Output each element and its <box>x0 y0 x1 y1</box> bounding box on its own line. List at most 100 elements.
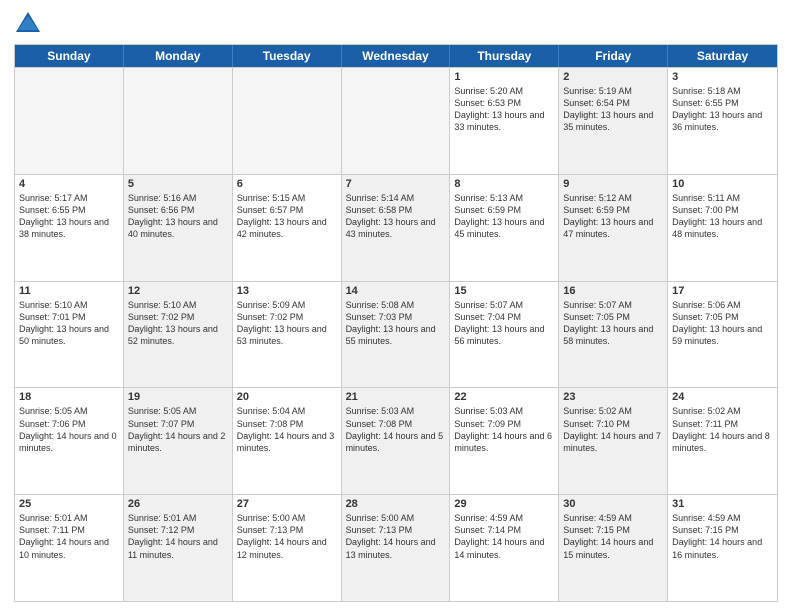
cell-info: Sunrise: 5:18 AM Sunset: 6:55 PM Dayligh… <box>672 85 773 134</box>
cell-info: Sunrise: 5:05 AM Sunset: 7:07 PM Dayligh… <box>128 405 228 454</box>
cell-info: Sunrise: 5:00 AM Sunset: 7:13 PM Dayligh… <box>237 512 337 561</box>
header-day-thursday: Thursday <box>450 45 559 67</box>
calendar-header: SundayMondayTuesdayWednesdayThursdayFrid… <box>15 45 777 67</box>
cal-cell: 9 Sunrise: 5:12 AM Sunset: 6:59 PM Daylig… <box>559 175 668 281</box>
cal-cell: 23 Sunrise: 5:02 AM Sunset: 7:10 PM Dayli… <box>559 388 668 494</box>
page: SundayMondayTuesdayWednesdayThursdayFrid… <box>0 0 792 612</box>
week-4: 18 Sunrise: 5:05 AM Sunset: 7:06 PM Dayli… <box>15 387 777 494</box>
cal-cell: 8 Sunrise: 5:13 AM Sunset: 6:59 PM Daylig… <box>450 175 559 281</box>
cell-info: Sunrise: 5:11 AM Sunset: 7:00 PM Dayligh… <box>672 192 773 241</box>
cal-cell <box>124 68 233 174</box>
day-number: 31 <box>672 498 773 510</box>
cal-cell: 17 Sunrise: 5:06 AM Sunset: 7:05 PM Dayli… <box>668 282 777 388</box>
day-number: 25 <box>19 498 119 510</box>
cal-cell: 3 Sunrise: 5:18 AM Sunset: 6:55 PM Daylig… <box>668 68 777 174</box>
cell-info: Sunrise: 4:59 AM Sunset: 7:14 PM Dayligh… <box>454 512 554 561</box>
calendar-body: 1 Sunrise: 5:20 AM Sunset: 6:53 PM Daylig… <box>15 67 777 601</box>
day-number: 2 <box>563 71 663 83</box>
cell-info: Sunrise: 5:03 AM Sunset: 7:08 PM Dayligh… <box>346 405 446 454</box>
cal-cell: 20 Sunrise: 5:04 AM Sunset: 7:08 PM Dayli… <box>233 388 342 494</box>
cal-cell: 10 Sunrise: 5:11 AM Sunset: 7:00 PM Dayli… <box>668 175 777 281</box>
cell-info: Sunrise: 5:20 AM Sunset: 6:53 PM Dayligh… <box>454 85 554 134</box>
day-number: 30 <box>563 498 663 510</box>
cell-info: Sunrise: 5:14 AM Sunset: 6:58 PM Dayligh… <box>346 192 446 241</box>
day-number: 23 <box>563 391 663 403</box>
cell-info: Sunrise: 5:07 AM Sunset: 7:04 PM Dayligh… <box>454 299 554 348</box>
cal-cell: 21 Sunrise: 5:03 AM Sunset: 7:08 PM Dayli… <box>342 388 451 494</box>
day-number: 22 <box>454 391 554 403</box>
cell-info: Sunrise: 5:00 AM Sunset: 7:13 PM Dayligh… <box>346 512 446 561</box>
cal-cell: 18 Sunrise: 5:05 AM Sunset: 7:06 PM Dayli… <box>15 388 124 494</box>
day-number: 15 <box>454 285 554 297</box>
day-number: 5 <box>128 178 228 190</box>
logo <box>14 10 46 38</box>
cal-cell: 22 Sunrise: 5:03 AM Sunset: 7:09 PM Dayli… <box>450 388 559 494</box>
day-number: 13 <box>237 285 337 297</box>
header-day-friday: Friday <box>559 45 668 67</box>
cal-cell: 28 Sunrise: 5:00 AM Sunset: 7:13 PM Dayli… <box>342 495 451 601</box>
cal-cell: 27 Sunrise: 5:00 AM Sunset: 7:13 PM Dayli… <box>233 495 342 601</box>
calendar: SundayMondayTuesdayWednesdayThursdayFrid… <box>14 44 778 602</box>
cal-cell: 7 Sunrise: 5:14 AM Sunset: 6:58 PM Daylig… <box>342 175 451 281</box>
cal-cell: 29 Sunrise: 4:59 AM Sunset: 7:14 PM Dayli… <box>450 495 559 601</box>
cal-cell: 2 Sunrise: 5:19 AM Sunset: 6:54 PM Daylig… <box>559 68 668 174</box>
day-number: 7 <box>346 178 446 190</box>
cal-cell: 16Sunrise: 5:07 AM Sunset: 7:05 PM Dayli… <box>559 282 668 388</box>
day-number: 27 <box>237 498 337 510</box>
day-number: 10 <box>672 178 773 190</box>
day-number: 29 <box>454 498 554 510</box>
day-number: 21 <box>346 391 446 403</box>
week-2: 4 Sunrise: 5:17 AM Sunset: 6:55 PM Daylig… <box>15 174 777 281</box>
cell-info: Sunrise: 5:01 AM Sunset: 7:12 PM Dayligh… <box>128 512 228 561</box>
day-number: 18 <box>19 391 119 403</box>
cell-info: Sunrise: 5:02 AM Sunset: 7:11 PM Dayligh… <box>672 405 773 454</box>
day-number: 12 <box>128 285 228 297</box>
day-number: 9 <box>563 178 663 190</box>
day-number: 8 <box>454 178 554 190</box>
cell-info: Sunrise: 5:10 AM Sunset: 7:01 PM Dayligh… <box>19 299 119 348</box>
cal-cell: 24Sunrise: 5:02 AM Sunset: 7:11 PM Dayli… <box>668 388 777 494</box>
day-number: 11 <box>19 285 119 297</box>
day-number: 17 <box>672 285 773 297</box>
cal-cell: 31 Sunrise: 4:59 AM Sunset: 7:15 PM Dayli… <box>668 495 777 601</box>
cal-cell: 19 Sunrise: 5:05 AM Sunset: 7:07 PM Dayli… <box>124 388 233 494</box>
day-number: 3 <box>672 71 773 83</box>
day-number: 16 <box>563 285 663 297</box>
cal-cell: 30Sunrise: 4:59 AM Sunset: 7:15 PM Dayli… <box>559 495 668 601</box>
cell-info: Sunrise: 5:06 AM Sunset: 7:05 PM Dayligh… <box>672 299 773 348</box>
cal-cell: 26Sunrise: 5:01 AM Sunset: 7:12 PM Dayli… <box>124 495 233 601</box>
header-day-saturday: Saturday <box>668 45 777 67</box>
day-number: 6 <box>237 178 337 190</box>
cell-info: Sunrise: 5:19 AM Sunset: 6:54 PM Dayligh… <box>563 85 663 134</box>
cal-cell: 13 Sunrise: 5:09 AM Sunset: 7:02 PM Dayli… <box>233 282 342 388</box>
cell-info: Sunrise: 5:05 AM Sunset: 7:06 PM Dayligh… <box>19 405 119 454</box>
cell-info: Sunrise: 5:10 AM Sunset: 7:02 PM Dayligh… <box>128 299 228 348</box>
logo-icon <box>14 10 42 38</box>
day-number: 14 <box>346 285 446 297</box>
cell-info: Sunrise: 5:03 AM Sunset: 7:09 PM Dayligh… <box>454 405 554 454</box>
cell-info: Sunrise: 5:15 AM Sunset: 6:57 PM Dayligh… <box>237 192 337 241</box>
day-number: 20 <box>237 391 337 403</box>
cell-info: Sunrise: 5:04 AM Sunset: 7:08 PM Dayligh… <box>237 405 337 454</box>
cal-cell: 12 Sunrise: 5:10 AM Sunset: 7:02 PM Dayli… <box>124 282 233 388</box>
day-number: 1 <box>454 71 554 83</box>
day-number: 19 <box>128 391 228 403</box>
cal-cell: 25 Sunrise: 5:01 AM Sunset: 7:11 PM Dayli… <box>15 495 124 601</box>
week-1: 1 Sunrise: 5:20 AM Sunset: 6:53 PM Daylig… <box>15 67 777 174</box>
cell-info: Sunrise: 5:09 AM Sunset: 7:02 PM Dayligh… <box>237 299 337 348</box>
header-day-monday: Monday <box>124 45 233 67</box>
cell-info: Sunrise: 5:02 AM Sunset: 7:10 PM Dayligh… <box>563 405 663 454</box>
cell-info: Sunrise: 5:01 AM Sunset: 7:11 PM Dayligh… <box>19 512 119 561</box>
week-5: 25 Sunrise: 5:01 AM Sunset: 7:11 PM Dayli… <box>15 494 777 601</box>
day-number: 4 <box>19 178 119 190</box>
cal-cell: 5Sunrise: 5:16 AM Sunset: 6:56 PM Daylig… <box>124 175 233 281</box>
cal-cell: 14Sunrise: 5:08 AM Sunset: 7:03 PM Dayli… <box>342 282 451 388</box>
cell-info: Sunrise: 5:17 AM Sunset: 6:55 PM Dayligh… <box>19 192 119 241</box>
week-3: 11 Sunrise: 5:10 AM Sunset: 7:01 PM Dayli… <box>15 281 777 388</box>
header-day-tuesday: Tuesday <box>233 45 342 67</box>
cell-info: Sunrise: 5:13 AM Sunset: 6:59 PM Dayligh… <box>454 192 554 241</box>
day-number: 28 <box>346 498 446 510</box>
cell-info: Sunrise: 5:12 AM Sunset: 6:59 PM Dayligh… <box>563 192 663 241</box>
cal-cell <box>342 68 451 174</box>
cell-info: Sunrise: 4:59 AM Sunset: 7:15 PM Dayligh… <box>672 512 773 561</box>
